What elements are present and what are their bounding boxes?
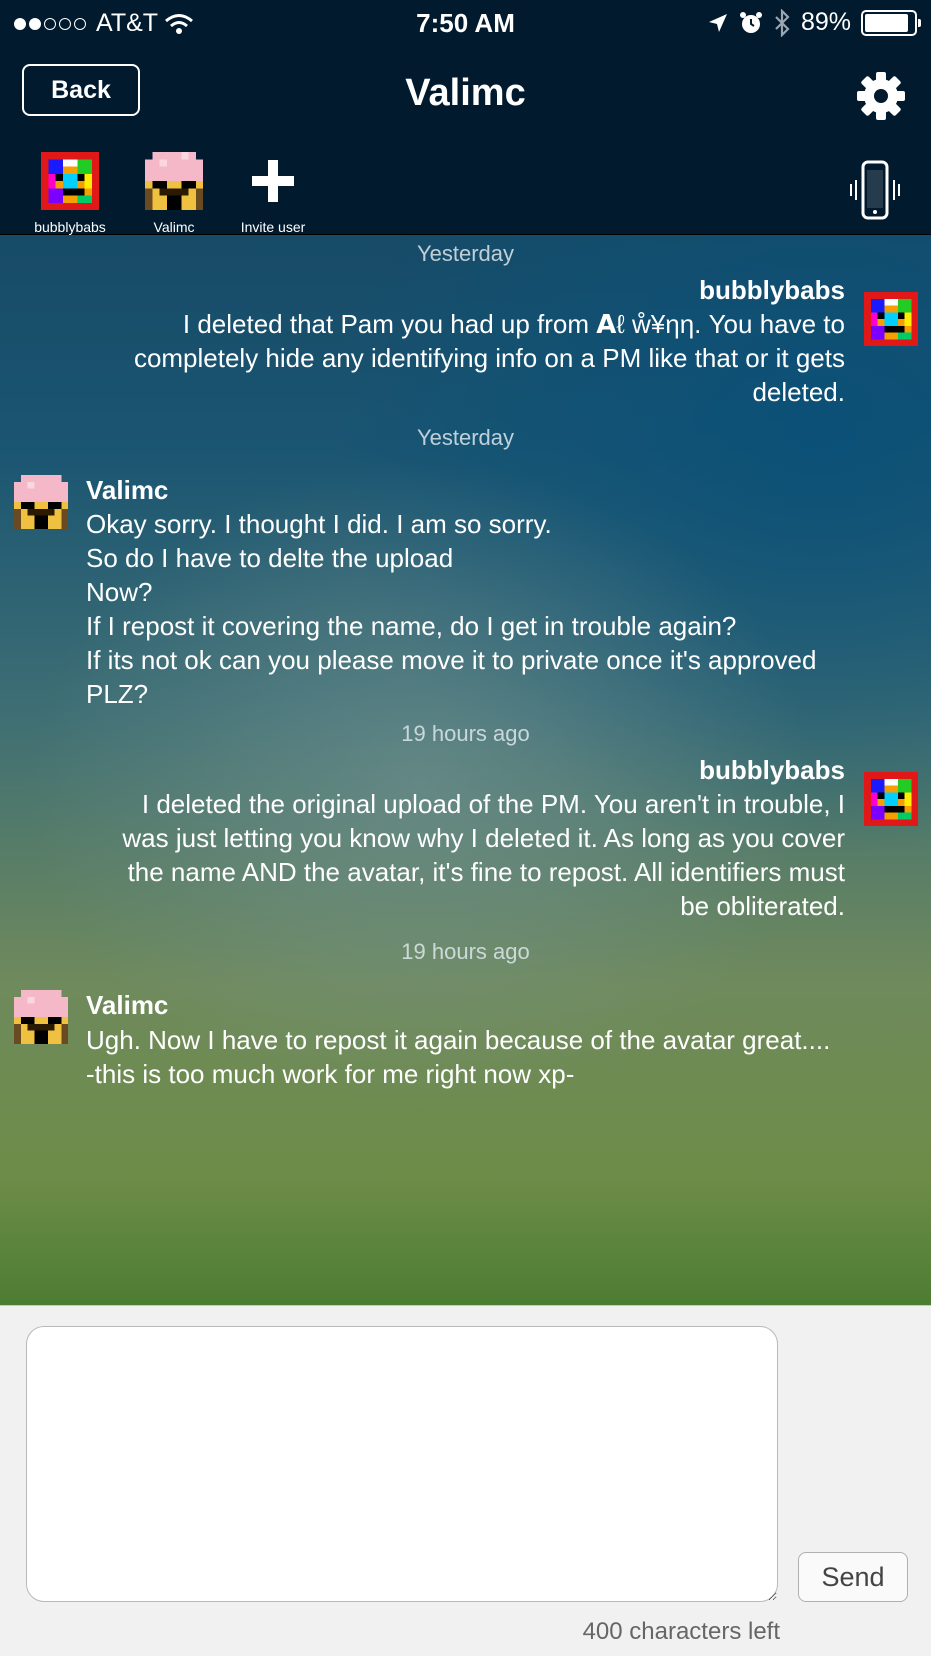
message-line: be obliterated. (680, 891, 845, 921)
send-button[interactable]: Send (798, 1552, 908, 1602)
composer: Send 400 characters left (0, 1305, 931, 1656)
alarm-icon (739, 11, 762, 33)
message-line: I deleted that Pam you had up from 𝗔ℓ ẘ¥… (182, 309, 845, 339)
message-line: the name AND the avatar, it's fine to re… (127, 857, 845, 887)
message-text: Ugh. Now I have to repost it again becau… (86, 1023, 830, 1091)
page-title: Valimc (405, 72, 526, 114)
message-timestamp: 19 hours ago (401, 939, 530, 964)
sender-name: bubblybabs (699, 755, 845, 785)
message-line: If its not ok can you please move it to … (86, 645, 817, 675)
status-bar: AT&T 7:50 AM 89% (0, 0, 931, 46)
rainbow-pixel-avatar (864, 292, 918, 346)
message-line: -this is too much work for me right now … (86, 1059, 575, 1089)
message-line: completely hide any identifying info on … (133, 343, 845, 373)
characters-left: 400 characters left (582, 1618, 780, 1645)
message-timestamp: Yesterday (416, 241, 515, 266)
message-line: If I repost it covering the name, do I g… (86, 611, 737, 641)
participant-label: Valimc (153, 219, 195, 235)
rainbow-pixel-avatar (864, 772, 918, 826)
participant-bubblybabs[interactable]: bubblybabs (15, 152, 125, 235)
participants-bar: bubblybabs Valimc Invite user (0, 150, 931, 235)
gear-icon[interactable] (853, 68, 909, 124)
sender-name: Valimc (86, 990, 169, 1020)
message-line: Ugh. Now I have to repost it again becau… (86, 1025, 831, 1055)
battery-icon (861, 9, 921, 36)
message-line: PLZ? (86, 679, 149, 709)
sender-name: Valimc (86, 475, 169, 505)
status-right: 89% (707, 8, 921, 37)
pink-pixel-avatar (145, 152, 203, 210)
message-line: was just letting you know why I deleted … (122, 823, 845, 853)
location-arrow-icon (708, 13, 727, 32)
battery-percent: 89% (800, 8, 851, 36)
sender-name: bubblybabs (699, 275, 845, 305)
rainbow-pixel-avatar (41, 152, 99, 210)
message-line: Okay sorry. I thought I did. I am so sor… (86, 509, 552, 539)
chat-area[interactable]: Yesterday bubblybabs I deleted that Pam … (0, 235, 931, 1305)
participant-valimc[interactable]: Valimc (119, 152, 229, 235)
message-timestamp: Yesterday (416, 425, 515, 450)
message-text: Okay sorry. I thought I did. I am so sor… (86, 507, 816, 711)
nav-bar: Back Valimc (0, 56, 931, 136)
pink-pixel-avatar (14, 990, 68, 1044)
message-line: Now? (86, 577, 153, 607)
plus-icon (252, 160, 294, 202)
top-bar: AT&T 7:50 AM 89% Back Valimc bubblybabs … (0, 0, 931, 235)
message-line: deleted. (752, 377, 845, 407)
message-input[interactable] (26, 1326, 778, 1602)
message-line: I deleted the original upload of the PM.… (141, 789, 845, 819)
message-text: I deleted the original upload of the PM.… (122, 787, 845, 923)
phone-vibrate-icon[interactable] (843, 158, 907, 222)
message-timestamp: 19 hours ago (401, 721, 530, 746)
pink-pixel-avatar (14, 475, 68, 529)
participant-label: bubblybabs (34, 219, 106, 235)
invite-user-button[interactable]: Invite user (218, 152, 328, 235)
bluetooth-icon (775, 8, 790, 37)
participant-label: Invite user (240, 219, 306, 235)
message-line: So do I have to delte the upload (86, 543, 454, 573)
message-text: I deleted that Pam you had up from 𝗔ℓ ẘ¥… (134, 307, 845, 409)
